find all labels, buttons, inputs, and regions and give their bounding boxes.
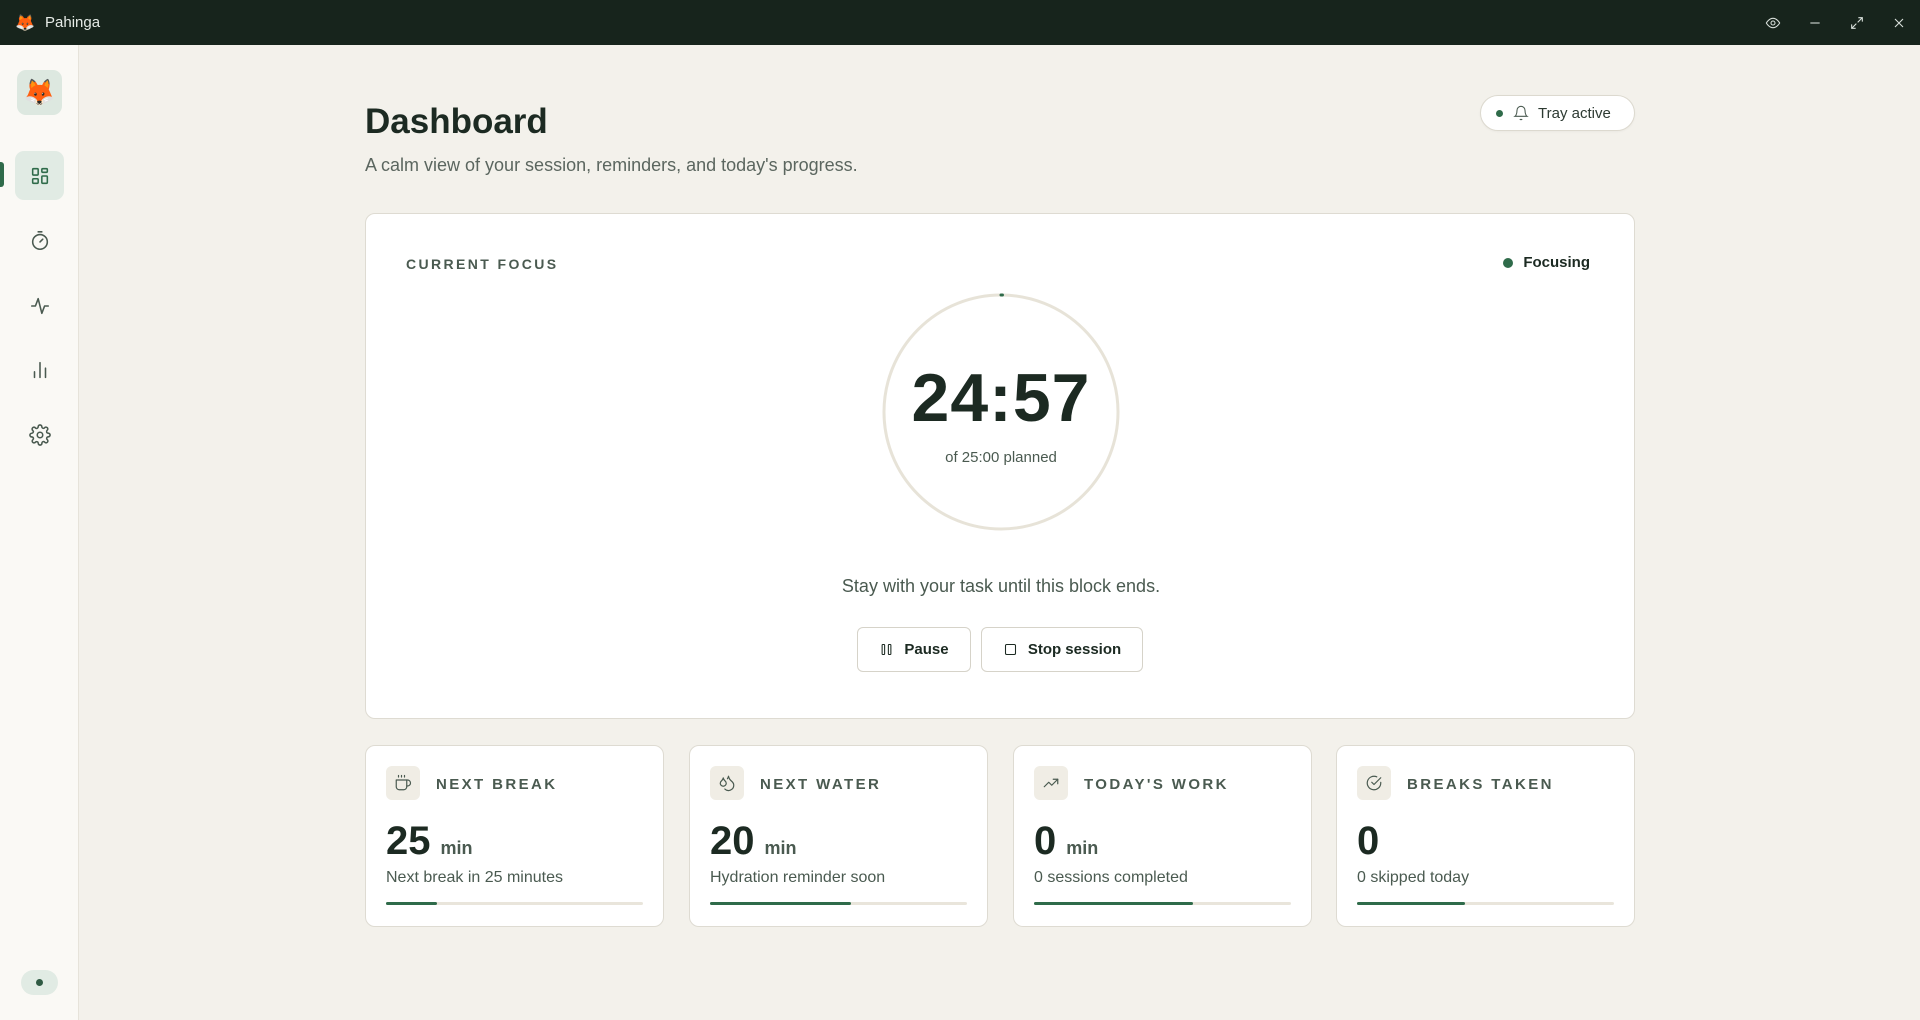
status-dot xyxy=(36,979,43,986)
stop-session-button-label: Stop session xyxy=(1027,641,1122,658)
stat-unit: min xyxy=(1066,838,1099,858)
bar-chart-icon xyxy=(33,361,46,378)
stat-card-next-break: NEXT BREAK 25 min Next break in 25 minut… xyxy=(365,745,664,927)
stat-progress-fill xyxy=(1034,902,1194,905)
stop-session-button[interactable]: Stop session xyxy=(981,627,1143,672)
stat-label: BREAKS TAKEN xyxy=(1407,776,1554,793)
stat-label: NEXT WATER xyxy=(760,776,882,793)
stat-unit: min xyxy=(764,838,797,858)
pulse-icon xyxy=(30,297,49,314)
sidebar: 🦊 xyxy=(0,45,79,1020)
trending-up-icon xyxy=(1034,766,1068,800)
droplets-icon xyxy=(710,766,744,800)
tray-status-label: Tray active xyxy=(1538,104,1611,122)
focus-status-indicator: Focusing xyxy=(1503,254,1590,271)
page-title: Dashboard xyxy=(365,102,548,141)
minimize-icon[interactable] xyxy=(1794,0,1836,45)
sidebar-item-dashboard[interactable] xyxy=(15,151,64,200)
stat-progress-track xyxy=(1034,902,1291,905)
pause-icon xyxy=(881,643,892,656)
title-bar: 🦊 Pahinga xyxy=(0,0,1920,45)
stat-number: 25 xyxy=(386,819,431,863)
stat-description: Hydration reminder soon xyxy=(710,869,886,886)
stat-description: 0 skipped today xyxy=(1357,869,1470,886)
focus-status-dot xyxy=(1503,257,1514,268)
stop-icon xyxy=(1004,643,1016,656)
eye-icon[interactable] xyxy=(1752,0,1794,45)
fox-icon: 🦊 xyxy=(15,14,35,32)
stat-label: TODAY'S WORK xyxy=(1084,776,1229,793)
stat-progress-fill xyxy=(1357,902,1465,905)
grid-icon xyxy=(31,167,48,184)
stat-progress-track xyxy=(710,902,967,905)
stat-progress-track xyxy=(1357,902,1614,905)
timer-planned: of 25:00 planned xyxy=(945,449,1057,466)
fox-icon[interactable]: 🦊 xyxy=(17,70,62,115)
coffee-icon xyxy=(386,766,420,800)
stat-value: 0 xyxy=(1357,819,1379,864)
sidebar-item-activity[interactable] xyxy=(15,281,64,330)
stopwatch-icon xyxy=(31,230,48,250)
stat-card-todays-work: TODAY'S WORK 0 min 0 sessions completed xyxy=(1013,745,1312,927)
stat-number: 0 xyxy=(1034,819,1057,863)
stat-value: 25 min xyxy=(386,819,473,864)
stat-card-next-water: NEXT WATER 20 min Hydration reminder soo… xyxy=(689,745,988,927)
bell-icon xyxy=(1513,105,1529,121)
stat-description: Next break in 25 minutes xyxy=(386,869,563,886)
stat-number: 0 xyxy=(1357,819,1380,863)
stat-progress-track xyxy=(386,902,643,905)
stat-description: 0 sessions completed xyxy=(1034,869,1188,886)
maximize-icon[interactable] xyxy=(1836,0,1878,45)
focus-status-label: Focusing xyxy=(1523,254,1590,271)
active-nav-indicator xyxy=(0,162,4,187)
stat-unit: min xyxy=(440,838,473,858)
pause-button-label: Pause xyxy=(904,641,949,658)
app-name: Pahinga xyxy=(45,14,101,31)
gear-icon xyxy=(28,423,51,446)
stat-value: 0 min xyxy=(1034,819,1098,864)
sidebar-item-stats[interactable] xyxy=(15,345,64,394)
focus-section-label: CURRENT FOCUS xyxy=(406,256,559,272)
stat-card-breaks-taken: BREAKS TAKEN 0 0 skipped today xyxy=(1336,745,1635,927)
sidebar-item-timer[interactable] xyxy=(15,216,64,265)
focus-message: Stay with your task until this block end… xyxy=(841,576,1161,596)
stat-label: NEXT BREAK xyxy=(436,776,558,793)
pause-button[interactable]: Pause xyxy=(857,627,971,672)
stat-progress-fill xyxy=(710,902,852,905)
current-focus-card: CURRENT FOCUS Focusing 24:57 of 25:00 pl… xyxy=(365,213,1635,719)
timer-value: 24:57 xyxy=(911,360,1091,436)
stat-progress-fill xyxy=(386,902,438,905)
sidebar-item-settings[interactable] xyxy=(15,410,64,459)
page-subtitle: A calm view of your session, reminders, … xyxy=(365,155,858,175)
stat-value: 20 min xyxy=(710,819,797,864)
main-content: Dashboard A calm view of your session, r… xyxy=(80,45,1920,1020)
tray-status-dot xyxy=(1496,109,1503,117)
tray-status-badge[interactable]: Tray active xyxy=(1480,95,1635,131)
connection-status-pill[interactable] xyxy=(21,970,58,995)
stat-number: 20 xyxy=(710,819,755,863)
window-controls xyxy=(1752,0,1920,45)
close-icon[interactable] xyxy=(1878,0,1920,45)
check-circle-icon xyxy=(1357,766,1391,800)
